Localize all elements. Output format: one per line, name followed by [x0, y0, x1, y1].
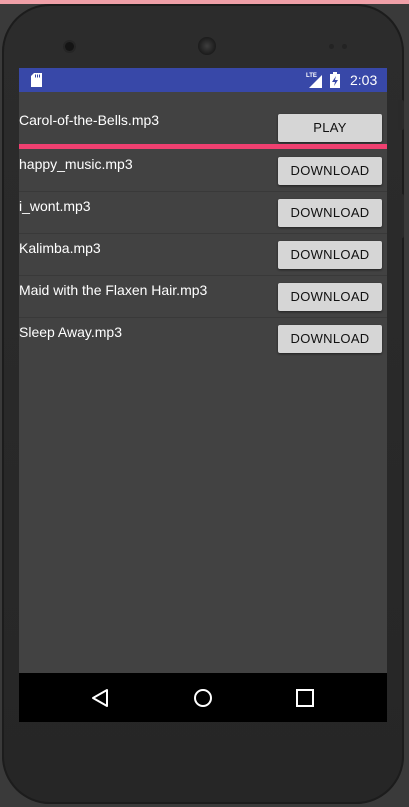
proximity-sensor	[329, 44, 334, 49]
song-name: Maid with the Flaxen Hair.mp3	[19, 282, 208, 298]
song-row[interactable]: happy_music.mp3 DOWNLOAD	[19, 149, 387, 192]
play-button[interactable]: PLAY	[278, 114, 382, 142]
power-button	[398, 194, 404, 238]
earpiece-speaker	[198, 37, 216, 55]
song-row[interactable]: i_wont.mp3 DOWNLOAD	[19, 191, 387, 234]
lte-signal-icon: LTE	[306, 73, 322, 88]
app-screen: LTE 2:03 Carol-of-the-Bells.mp3 PLAY hap…	[19, 68, 387, 722]
song-name: i_wont.mp3	[19, 198, 91, 214]
back-icon[interactable]	[91, 688, 109, 708]
download-button[interactable]: DOWNLOAD	[278, 241, 382, 269]
download-button[interactable]: DOWNLOAD	[278, 283, 382, 311]
light-sensor	[342, 44, 347, 49]
home-icon[interactable]	[193, 688, 213, 708]
song-name: happy_music.mp3	[19, 156, 133, 172]
download-button[interactable]: DOWNLOAD	[278, 199, 382, 227]
song-name: Carol-of-the-Bells.mp3	[19, 112, 160, 128]
navigation-bar	[19, 673, 387, 722]
volume-button	[398, 100, 404, 130]
front-camera	[65, 42, 74, 51]
song-row[interactable]: Kalimba.mp3 DOWNLOAD	[19, 233, 387, 276]
song-row[interactable]: Carol-of-the-Bells.mp3 PLAY	[19, 92, 387, 149]
download-button[interactable]: DOWNLOAD	[278, 157, 382, 185]
status-clock: 2:03	[350, 72, 378, 88]
song-row[interactable]: Maid with the Flaxen Hair.mp3 DOWNLOAD	[19, 275, 387, 318]
sd-card-icon	[31, 73, 42, 87]
song-name: Kalimba.mp3	[19, 240, 101, 256]
song-name: Sleep Away.mp3	[19, 324, 122, 340]
lte-label: LTE	[306, 73, 317, 79]
battery-charging-icon	[330, 72, 340, 88]
status-bar: LTE 2:03	[19, 68, 387, 92]
recents-icon[interactable]	[296, 689, 314, 707]
song-row[interactable]: Sleep Away.mp3 DOWNLOAD	[19, 317, 387, 359]
download-button[interactable]: DOWNLOAD	[278, 325, 382, 353]
